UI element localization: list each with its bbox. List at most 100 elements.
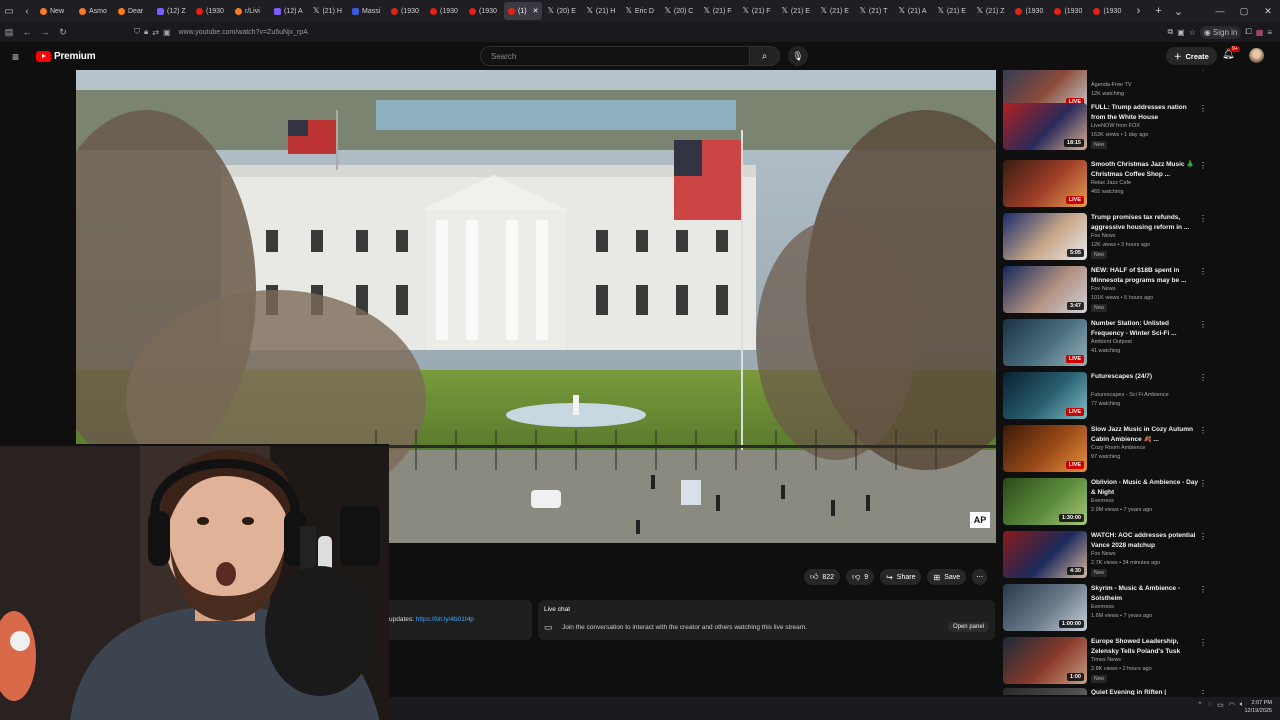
video-thumbnail[interactable]: 18:15 xyxy=(1003,103,1087,150)
recommendation-title[interactable]: WATCH: AOC addresses potential Vance 202… xyxy=(1091,531,1199,550)
browser-tab[interactable]: (1930 xyxy=(426,2,464,20)
browser-tab[interactable]: 𝕏 (20) E xyxy=(543,2,581,20)
recommendation-item[interactable]: LIVE Smooth Christmas Jazz Music 🎄 Christ… xyxy=(1003,160,1213,212)
browser-tab[interactable]: 𝕏 (21) Z xyxy=(972,2,1010,20)
recommendation-title[interactable]: Trump promises tax refunds, aggressive h… xyxy=(1091,213,1199,232)
browser-tab[interactable]: (1) ✕ xyxy=(504,2,543,20)
recommendation-item[interactable]: 5:05 Trump promises tax refunds, aggressi… xyxy=(1003,213,1213,265)
new-tab-button[interactable]: + xyxy=(1148,0,1168,22)
recommendation-item[interactable]: 18:15 FULL: Trump addresses nation from t… xyxy=(1003,103,1213,155)
recommendation-item[interactable]: 1:00 Europe Showed Leadership, Zelensky T… xyxy=(1003,637,1213,689)
recommendation-item[interactable]: Quiet Evening in Riften | ⋮ xyxy=(1003,688,1213,695)
minimize-icon[interactable]: — xyxy=(1208,0,1232,22)
video-thumbnail[interactable]: LIVE xyxy=(1003,160,1087,207)
video-thumbnail[interactable]: LIVE xyxy=(1003,372,1087,419)
maximize-icon[interactable]: ▢ xyxy=(1232,0,1256,22)
more-icon[interactable]: ⋮ xyxy=(1199,479,1207,488)
url-text[interactable]: www.youtube.com/watch?v=Zu5uNjx_rpA xyxy=(179,29,308,36)
more-actions-button[interactable]: ⋯ xyxy=(972,569,988,585)
tray-chevron-icon[interactable]: ⌃ xyxy=(1197,701,1203,709)
wifi-icon[interactable]: ◠ xyxy=(1229,701,1235,709)
address-bar[interactable]: ⛉ 🔒︎ ⇄ ▣ www.youtube.com/watch?v=Zu5uNjx… xyxy=(134,25,1084,39)
recommendation-channel[interactable]: Fox News xyxy=(1091,233,1115,239)
extension-badge-icon[interactable]: ▦ xyxy=(1256,28,1264,37)
recommendation-title[interactable]: Slow Jazz Music in Cozy Autumn Cabin Amb… xyxy=(1091,425,1199,444)
description-box[interactable]: updates: https://bit.ly/4b01t4p xyxy=(389,600,532,640)
more-icon[interactable]: ⋮ xyxy=(1199,104,1207,113)
forward-icon[interactable]: → xyxy=(36,22,54,42)
recommendation-title[interactable]: Europe Showed Leadership, Zelensky Tells… xyxy=(1091,637,1199,656)
recommendation-title[interactable]: Number Station: Unlisted Frequency - Win… xyxy=(1091,319,1199,338)
site-settings-icon[interactable]: ⇄ xyxy=(152,28,159,37)
tab-list-icon[interactable]: ⌄ xyxy=(1168,0,1188,22)
browser-tab[interactable]: Asmo xyxy=(75,2,113,20)
more-icon[interactable]: ⋮ xyxy=(1199,320,1207,329)
save-button[interactable]: ⊞ Save xyxy=(927,569,967,585)
video-thumbnail[interactable]: 3:47 xyxy=(1003,266,1087,313)
more-icon[interactable]: ⋮ xyxy=(1199,689,1207,695)
video-thumbnail[interactable]: 5:05 xyxy=(1003,213,1087,260)
browser-tab[interactable]: 𝕏 (20) C xyxy=(660,2,698,20)
search-button[interactable]: ⌕ xyxy=(750,46,780,66)
pip-icon[interactable]: ▣ xyxy=(1177,28,1185,37)
browser-tab[interactable]: (1930 xyxy=(1050,2,1088,20)
browser-tab[interactable]: 𝕏 Eric D xyxy=(621,2,659,20)
browser-tab[interactable]: r/Livi xyxy=(231,2,269,20)
lock-icon[interactable]: 🔒︎ xyxy=(144,27,148,37)
description-link[interactable]: https://bit.ly/4b01t4p xyxy=(416,616,474,623)
recommendation-title[interactable]: NEW: HALF of $18B spent in Minnesota pro… xyxy=(1091,266,1199,285)
browser-tab[interactable]: (12) Z xyxy=(153,2,191,20)
recommendation-title[interactable]: Skyrim - Music & Ambience - Solstheim xyxy=(1091,584,1199,603)
avatar[interactable] xyxy=(1249,48,1264,63)
browser-tab[interactable]: Massi xyxy=(348,2,386,20)
recommendation-channel[interactable]: Agenda-Free TV xyxy=(1091,82,1132,88)
youtube-logo[interactable]: Premium xyxy=(36,51,96,62)
more-icon[interactable]: ⋮ xyxy=(1199,267,1207,276)
recommendation-item[interactable]: 4:30 WATCH: AOC addresses potential Vance… xyxy=(1003,531,1213,583)
browser-tab[interactable]: (1930 xyxy=(465,2,503,20)
browser-tab[interactable]: 𝕏 (21) F xyxy=(738,2,776,20)
recommendation-title[interactable]: Oblivion - Music & Ambience - Day & Nigh… xyxy=(1091,478,1199,497)
browser-tab[interactable]: (1930 xyxy=(387,2,425,20)
back-icon[interactable]: ← xyxy=(18,22,36,42)
video-thumbnail[interactable]: LIVE xyxy=(1003,425,1087,472)
recommendation-channel[interactable]: Futurescapes - Sci Fi Ambience xyxy=(1091,392,1169,398)
browser-tab[interactable]: 𝕏 (21) H xyxy=(582,2,620,20)
browser-tab[interactable]: 𝕏 (21) T xyxy=(855,2,893,20)
recommendation-item[interactable]: 1:30:00 Oblivion - Music & Ambience - Day… xyxy=(1003,478,1213,530)
browser-tab[interactable]: (1930 xyxy=(1089,2,1127,20)
recommendation-channel[interactable]: Fox News xyxy=(1091,286,1115,292)
recommendation-title[interactable]: Futurescapes (24/7) xyxy=(1091,372,1199,382)
recommendation-title[interactable]: Expected Today - LIVE Breakin... xyxy=(1091,70,1199,72)
browser-tab[interactable]: (1930 xyxy=(192,2,230,20)
clock[interactable]: 2:07 PM 12/19/2025 xyxy=(1244,699,1272,715)
tabs-back-icon[interactable]: ‹ xyxy=(18,0,36,22)
sign-in-button[interactable]: ◉ Sign in xyxy=(1199,25,1242,39)
more-icon[interactable]: ⋮ xyxy=(1199,426,1207,435)
recommendation-item[interactable]: 1:00:00 Skyrim - Music & Ambience - Solst… xyxy=(1003,584,1213,636)
video-thumbnail[interactable]: LIVE xyxy=(1003,319,1087,366)
dislike-button[interactable]: 👎︎ 9 xyxy=(846,569,875,585)
recommendation-channel[interactable]: Everness xyxy=(1091,604,1114,610)
reader-icon[interactable]: ▣ xyxy=(163,28,171,37)
browser-tab[interactable]: 𝕏 (21) E xyxy=(777,2,815,20)
browser-tab[interactable]: 𝕏 (21) A xyxy=(894,2,932,20)
more-icon[interactable]: ⋮ xyxy=(1199,585,1207,594)
shield-icon[interactable]: ⛉ xyxy=(134,27,140,37)
more-icon[interactable]: ⋮ xyxy=(1199,373,1207,382)
video-thumbnail[interactable]: 1:30:00 xyxy=(1003,478,1087,525)
recommendation-channel[interactable]: Ambient Outpost xyxy=(1091,339,1132,345)
volume-icon[interactable]: 🔈︎ xyxy=(1240,701,1244,709)
recommendation-channel[interactable]: Times News xyxy=(1091,657,1121,663)
close-icon[interactable]: ✕ xyxy=(1256,0,1280,22)
tray-app2-icon[interactable]: ▭ xyxy=(1217,701,1224,709)
create-button[interactable]: ＋ Create xyxy=(1166,47,1217,65)
browser-tab[interactable]: New xyxy=(36,2,74,20)
more-icon[interactable]: ⋮ xyxy=(1199,638,1207,647)
video-thumbnail[interactable]: 4:30 xyxy=(1003,531,1087,578)
browser-tab[interactable]: 𝕏 (21) H xyxy=(309,2,347,20)
screenshot-icon[interactable]: ⧉ xyxy=(1167,27,1173,37)
more-icon[interactable]: ⋮ xyxy=(1199,70,1207,72)
more-icon[interactable]: ⋮ xyxy=(1199,214,1207,223)
voice-search-button[interactable]: 🎙︎ xyxy=(788,46,808,66)
